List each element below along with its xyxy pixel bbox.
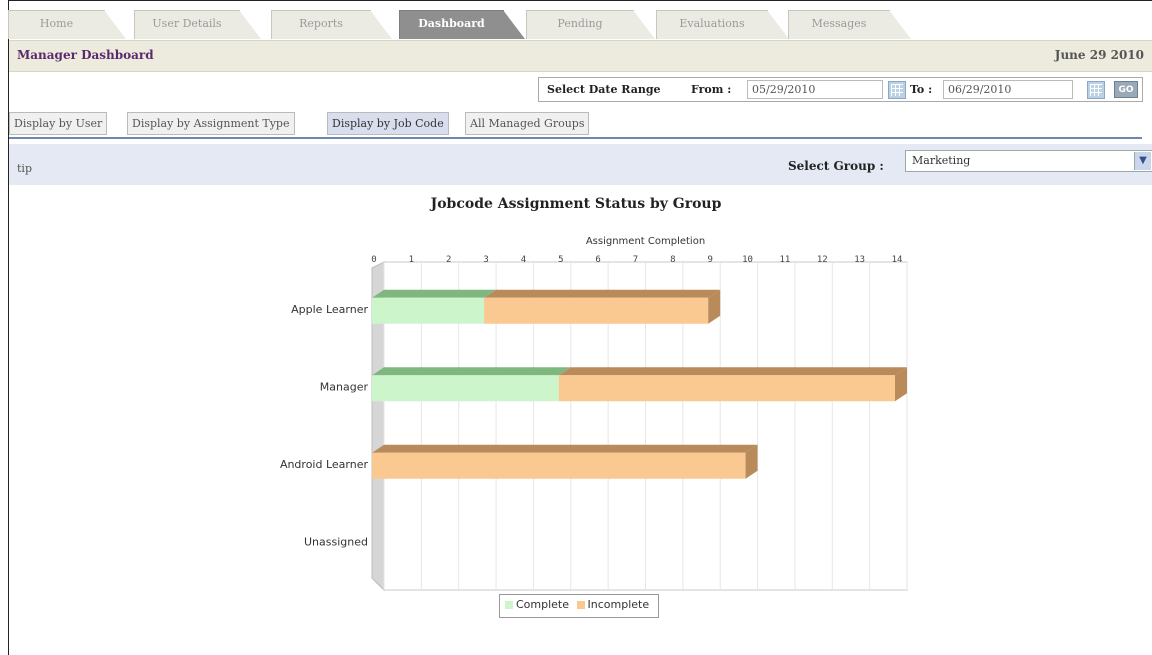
legend-swatch-incomplete xyxy=(576,601,585,609)
bar-complete xyxy=(372,297,485,324)
x-tick-label: 4 xyxy=(521,255,526,265)
bar-chart: 0 1 2 3 4 5 6 7 8 9 10 11 12 13 14Assignment Completio… xyxy=(280,236,909,592)
bar-incomplete xyxy=(484,297,709,324)
x-tick-label: 0 xyxy=(371,255,376,265)
x-tick-label: 7 xyxy=(633,255,638,265)
x-tick-label: 5 xyxy=(558,255,563,265)
x-tick-label: 10 xyxy=(742,255,753,265)
bar-complete xyxy=(372,375,559,402)
legend-item-incomplete: Incomplete xyxy=(576,598,650,611)
bar-top-complete xyxy=(372,367,571,376)
category-label: Unassigned xyxy=(304,535,368,548)
x-tick-label: 1 xyxy=(409,255,414,265)
x-tick-label: 9 xyxy=(708,255,713,265)
x-tick-label: 6 xyxy=(595,255,600,265)
bar-top-incomplete xyxy=(484,289,721,298)
x-axis-label: Assignment Completion xyxy=(586,236,705,247)
x-tick-label: 13 xyxy=(854,255,865,265)
x-tick-label: 2 xyxy=(446,255,451,265)
x-tick-label: 12 xyxy=(817,255,828,265)
legend-swatch-complete xyxy=(505,601,513,609)
x-tick-label: 3 xyxy=(483,255,488,265)
bar-incomplete xyxy=(558,375,895,402)
legend-label-complete: Complete xyxy=(516,598,570,611)
category-label: Apple Learner xyxy=(291,303,368,316)
category-label: Android Learner xyxy=(280,458,369,471)
x-tick-label: 14 xyxy=(892,255,903,265)
bar-incomplete xyxy=(372,452,746,479)
bar-top-complete xyxy=(372,289,497,298)
legend-item-complete: Complete xyxy=(505,598,569,611)
bar-top-incomplete xyxy=(558,367,907,376)
category-label: Manager xyxy=(320,380,369,393)
x-tick-label: 11 xyxy=(780,255,791,265)
legend-label-incomplete: Incomplete xyxy=(587,598,650,611)
chart-legend: Complete Incomplete xyxy=(499,594,660,618)
x-tick-label: 8 xyxy=(670,255,675,265)
bar-top-incomplete xyxy=(372,444,758,453)
